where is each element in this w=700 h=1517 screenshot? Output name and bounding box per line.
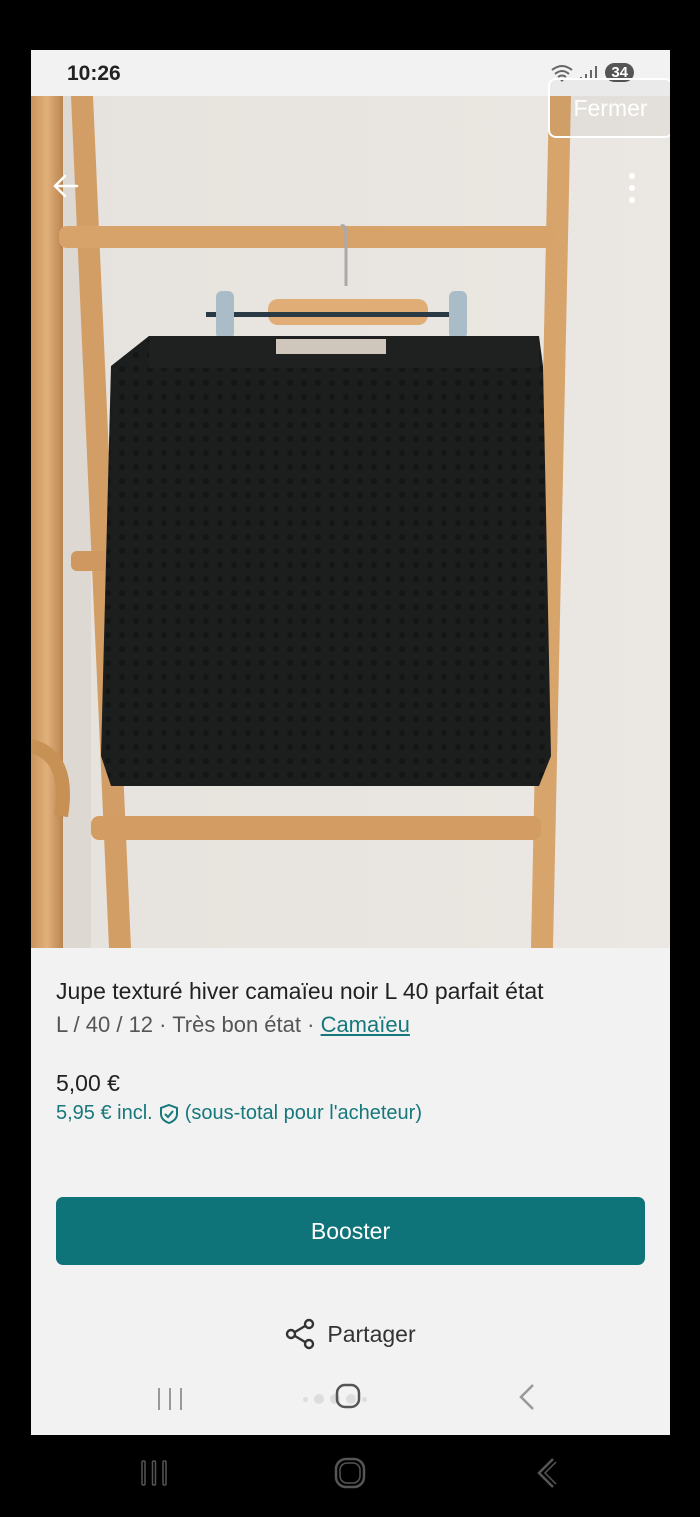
recent-apps-icon[interactable] xyxy=(139,1458,169,1488)
skirt-on-ladder-image xyxy=(31,96,670,948)
inner-nav-bar xyxy=(31,1372,670,1428)
chevron-left-icon[interactable] xyxy=(515,1382,539,1412)
page-dot xyxy=(362,1396,367,1402)
product-photo[interactable] xyxy=(31,96,670,948)
buyer-price[interactable]: 5,95 € incl. (sous-total pour l'acheteur… xyxy=(56,1102,422,1125)
app-screen: 10:26 34 Fermer Jupe texturé hiver camaï… xyxy=(31,50,670,1435)
close-button[interactable]: Fermer xyxy=(548,78,670,138)
more-vertical-icon[interactable] xyxy=(623,168,641,208)
back-arrow-icon[interactable] xyxy=(51,171,81,201)
outer-frame-left xyxy=(0,0,31,1517)
brand-link[interactable]: Camaïeu xyxy=(321,1012,410,1037)
outer-frame-right xyxy=(670,0,700,1517)
home-icon[interactable] xyxy=(333,1456,367,1490)
outer-frame-top xyxy=(0,0,700,50)
recent-apps-icon[interactable] xyxy=(156,1386,184,1412)
buyer-price-value: 5,95 € incl. xyxy=(56,1102,153,1124)
shield-check-icon xyxy=(159,1103,178,1124)
page-dot xyxy=(314,1394,324,1404)
share-icon xyxy=(286,1318,315,1350)
share-button[interactable]: Partager xyxy=(31,1318,670,1350)
item-price: 5,00 € xyxy=(56,1070,120,1096)
item-meta: L / 40 / 12 · Très bon état · Camaïeu xyxy=(56,1012,410,1038)
buyer-price-note: (sous-total pour l'acheteur) xyxy=(184,1102,422,1124)
item-meta-text: L / 40 / 12 · Très bon état · xyxy=(56,1012,321,1037)
status-time: 10:26 xyxy=(67,62,121,85)
share-label: Partager xyxy=(327,1320,416,1347)
chevron-left-icon[interactable] xyxy=(533,1456,559,1490)
home-icon[interactable] xyxy=(334,1382,362,1410)
item-title: Jupe texturé hiver camaïeu noir L 40 par… xyxy=(56,978,544,1004)
page-dot xyxy=(303,1396,308,1402)
booster-button[interactable]: Booster xyxy=(56,1197,645,1265)
